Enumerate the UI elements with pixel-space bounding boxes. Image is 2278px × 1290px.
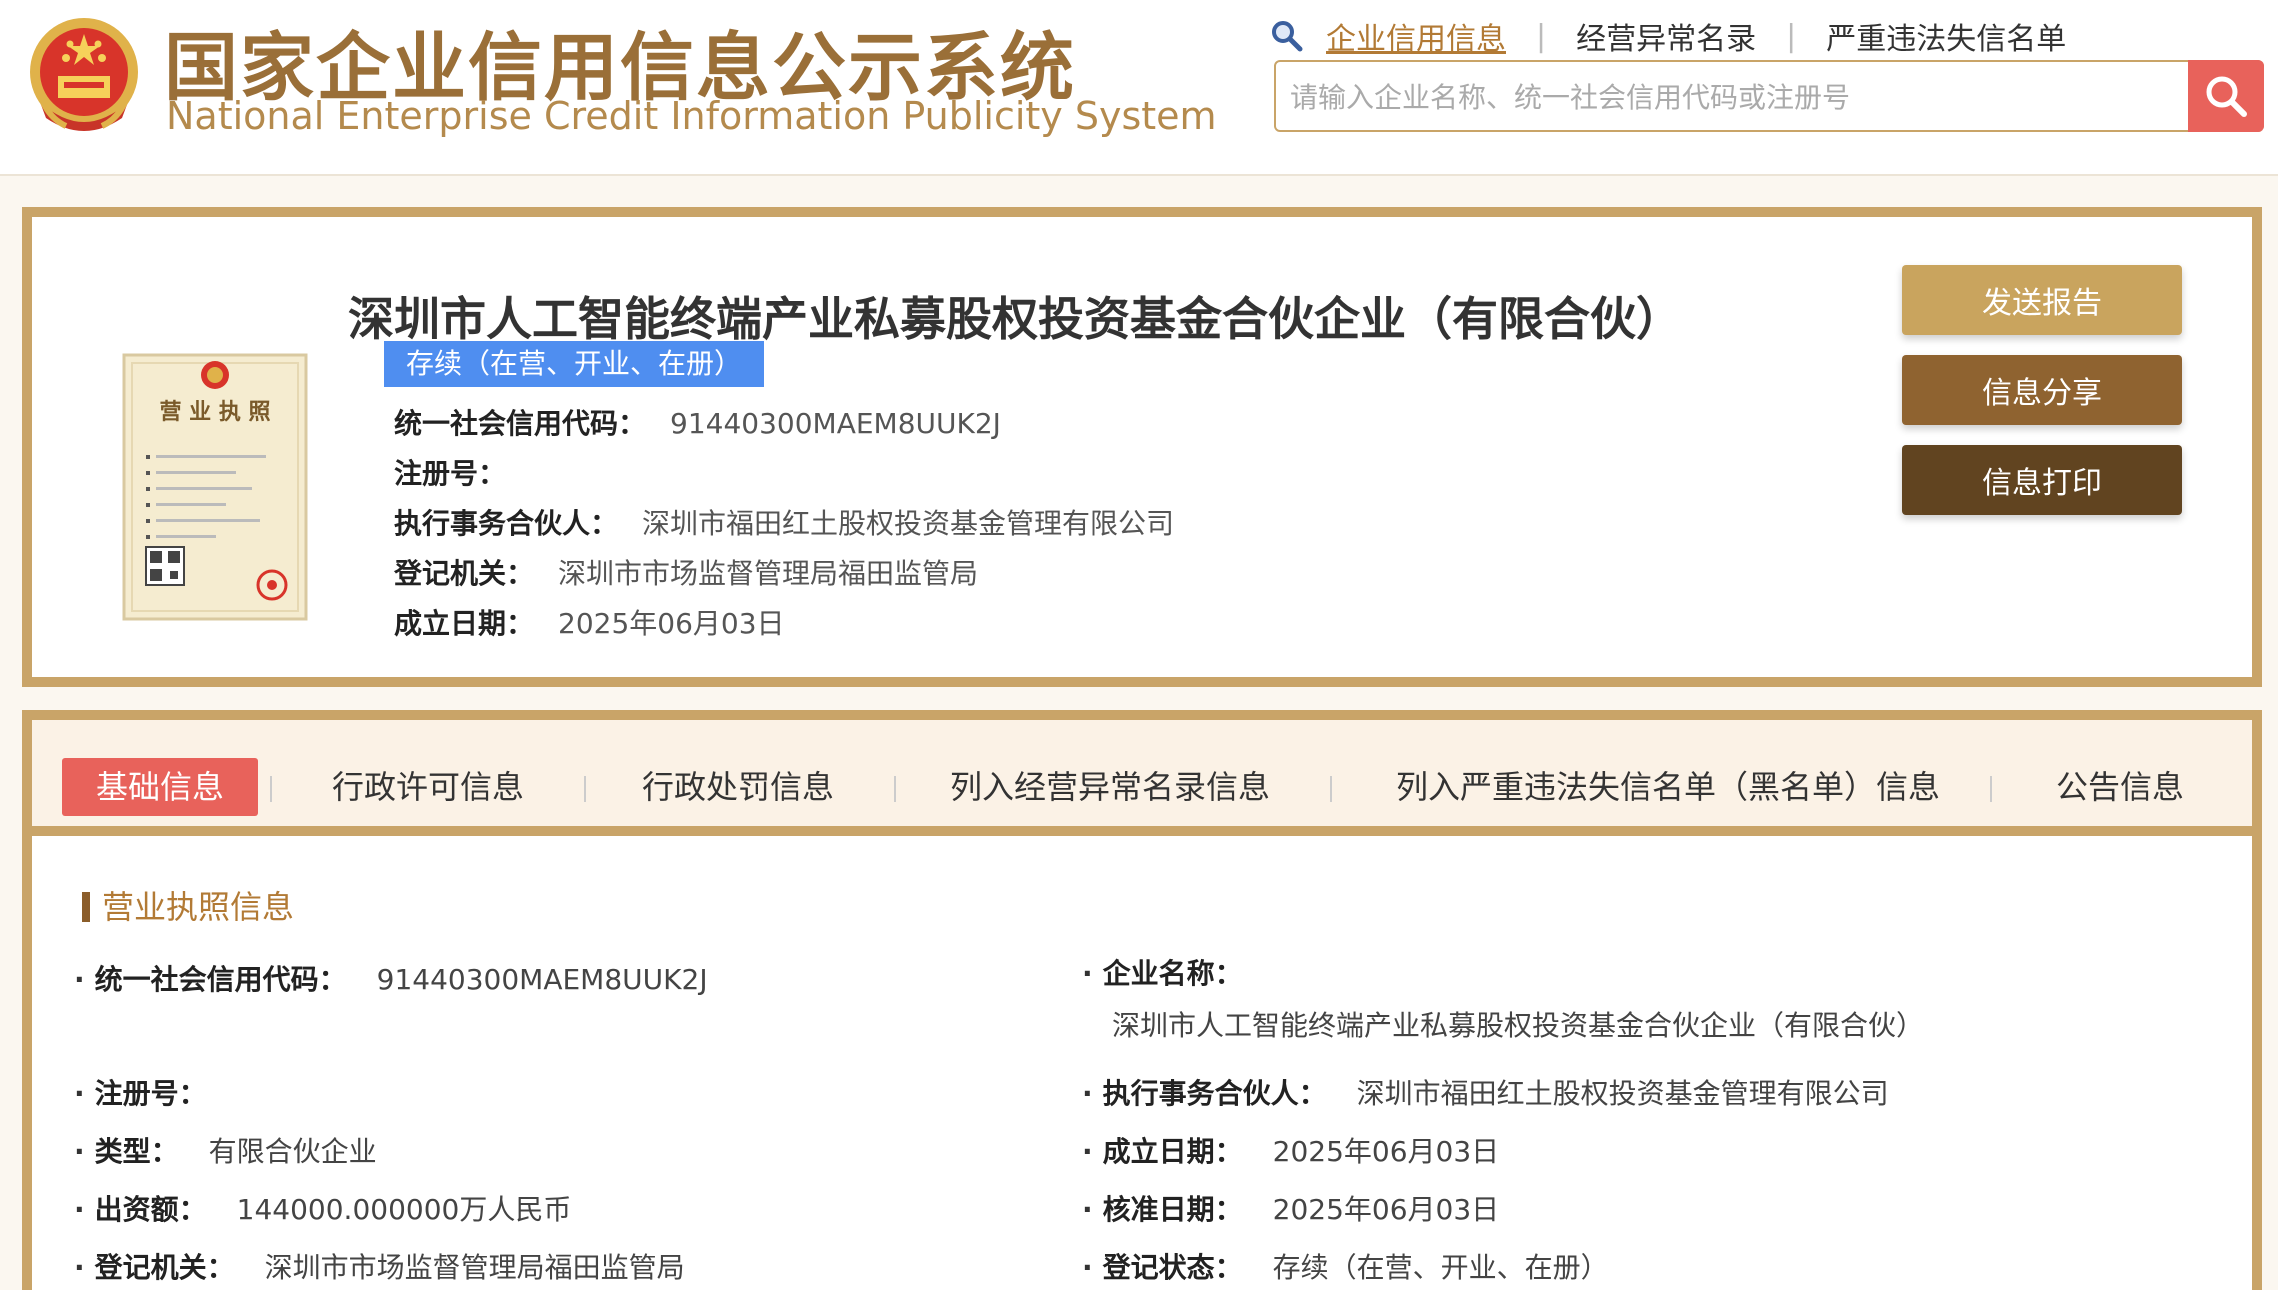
field-label: 执行事务合伙人： xyxy=(1102,1077,1327,1110)
tab-announcements[interactable]: 公告信息 xyxy=(2056,758,2184,816)
search-input[interactable] xyxy=(1290,72,2190,122)
section-title-text: 营业执照信息 xyxy=(102,888,295,926)
company-name: 深圳市人工智能终端产业私募股权投资基金合伙企业（有限合伙） xyxy=(348,292,1682,346)
site-header: 国家企业信用信息公示系统 National Enterprise Credit … xyxy=(0,0,2278,176)
tab-administrative-license[interactable]: 行政许可信息 xyxy=(332,758,524,816)
field-registration-authority: · 登记机关： 深圳市市场监督管理局福田监管局 xyxy=(74,1246,685,1286)
field-bullet: · xyxy=(1082,1135,1093,1168)
field-registration-status: · 登记状态： 存续（在营、开业、在册） xyxy=(1082,1246,1609,1286)
summary-row-registration-authority: 登记机关： 深圳市市场监督管理局福田监管局 xyxy=(394,549,1174,599)
company-summary-list: 统一社会信用代码： 91440300MAEM8UUK2J 注册号： 执行事务合伙人… xyxy=(394,399,1174,649)
site-title-en: National Enterprise Credit Information P… xyxy=(166,94,1217,138)
field-bullet: · xyxy=(74,1135,85,1168)
field-bullet: · xyxy=(1082,1251,1093,1284)
field-label: 登记机关： xyxy=(94,1251,235,1284)
summary-row-credit-code: 统一社会信用代码： 91440300MAEM8UUK2J xyxy=(394,399,1174,449)
field-value: 144000.000000万人民币 xyxy=(236,1193,572,1226)
field-approval-date: · 核准日期： 2025年06月03日 xyxy=(1082,1188,1499,1228)
status-badge: 存续（在营、开业、在册） xyxy=(384,341,765,387)
summary-label: 执行事务合伙人： xyxy=(394,507,619,540)
field-company-name: · 企业名称： 深圳市人工智能终端产业私募股权投资基金合伙企业（有限合伙） xyxy=(1082,948,2082,1052)
field-bullet: · xyxy=(1082,957,1093,990)
field-value: 深圳市福田红土股权投资基金管理有限公司 xyxy=(1356,1077,1889,1110)
summary-value: 深圳市市场监督管理局福田监管局 xyxy=(558,557,979,590)
field-label: 登记状态： xyxy=(1102,1251,1243,1284)
summary-label: 统一社会信用代码： xyxy=(394,407,647,440)
tab-administrative-penalty[interactable]: 行政处罚信息 xyxy=(642,758,834,816)
tab-bar: 基础信息 行政许可信息 行政处罚信息 列入经营异常名录信息 列入严重违法失信名单… xyxy=(32,720,2252,836)
field-type: · 类型： 有限合伙企业 xyxy=(74,1130,377,1170)
field-label: 出资额： xyxy=(94,1193,207,1226)
field-bullet: · xyxy=(74,1077,85,1110)
summary-row-registration-number: 注册号： xyxy=(394,449,1174,499)
field-value: 深圳市人工智能终端产业私募股权投资基金合伙企业（有限合伙） xyxy=(1112,1009,1925,1042)
print-info-button[interactable]: 信息打印 xyxy=(1902,445,2182,515)
field-bullet: · xyxy=(74,963,85,996)
summary-value: 2025年06月03日 xyxy=(558,607,785,640)
search-icon xyxy=(1272,21,1303,52)
summary-value: 91440300MAEM8UUK2J xyxy=(670,407,1001,440)
field-registration-number: · 注册号： xyxy=(74,1072,237,1112)
tab-serious-violation-blacklist[interactable]: 列入严重违法失信名单（黑名单）信息 xyxy=(1396,758,1940,816)
nav-separator: | xyxy=(1786,18,1797,54)
field-label: 类型： xyxy=(94,1135,179,1168)
field-value: 2025年06月03日 xyxy=(1272,1135,1500,1168)
nav-abnormal-operation-list[interactable]: 经营异常名录 xyxy=(1576,14,1756,58)
field-bullet: · xyxy=(74,1193,85,1226)
field-bullet: · xyxy=(1082,1077,1093,1110)
tab-basic-info[interactable]: 基础信息 xyxy=(62,758,259,816)
tab-separator xyxy=(894,776,896,802)
nav-serious-violation-list[interactable]: 严重违法失信名单 xyxy=(1826,14,2066,58)
field-value: 有限合伙企业 xyxy=(208,1135,377,1168)
field-label: 统一社会信用代码： xyxy=(94,963,347,996)
field-bullet: · xyxy=(1082,1193,1093,1226)
national-emblem-icon xyxy=(30,18,138,131)
tab-separator xyxy=(1990,776,1992,802)
tab-separator xyxy=(584,776,586,802)
summary-row-managing-partner: 执行事务合伙人： 深圳市福田红土股权投资基金管理有限公司 xyxy=(394,499,1174,549)
tab-separator xyxy=(1330,776,1332,802)
field-credit-code: · 统一社会信用代码： 91440300MAEM8UUK2J xyxy=(74,958,708,998)
nav-enterprise-credit-info[interactable]: 企业信用信息 xyxy=(1326,14,1506,58)
summary-label: 登记机关： xyxy=(394,557,535,590)
field-capital-contribution: · 出资额： 144000.000000万人民币 xyxy=(74,1188,571,1228)
summary-value: 深圳市福田红土股权投资基金管理有限公司 xyxy=(642,507,1175,540)
company-summary-card: 营 业 执 照 深圳市人工智能终端产业私募股权投资基金合伙企业（有限合伙） 存续… xyxy=(22,207,2262,687)
field-label: 注册号： xyxy=(94,1077,207,1110)
search-bar xyxy=(1274,60,2264,132)
field-value: 存续（在营、开业、在册） xyxy=(1272,1251,1609,1284)
field-value: 深圳市市场监督管理局福田监管局 xyxy=(264,1251,685,1284)
field-label: 成立日期： xyxy=(1102,1135,1243,1168)
field-establishment-date: · 成立日期： 2025年06月03日 xyxy=(1082,1130,1499,1170)
field-label: 企业名称： xyxy=(1102,957,1243,990)
field-managing-partner: · 执行事务合伙人： 深圳市福田红土股权投资基金管理有限公司 xyxy=(1082,1072,1889,1112)
top-navigation: 企业信用信息 | 经营异常名录 | 严重违法失信名单 xyxy=(1270,14,2066,58)
summary-label: 成立日期： xyxy=(394,607,535,640)
business-license-thumbnail[interactable]: 营 业 执 照 xyxy=(122,353,308,621)
summary-row-establishment-date: 成立日期： 2025年06月03日 xyxy=(394,599,1174,649)
send-report-button[interactable]: 发送报告 xyxy=(1902,265,2182,335)
nav-separator: | xyxy=(1536,18,1547,54)
svg-text:营 业 执 照: 营 业 执 照 xyxy=(160,400,271,425)
magnifier-icon xyxy=(2206,76,2247,117)
section-title-marker xyxy=(82,892,90,922)
field-bullet: · xyxy=(74,1251,85,1284)
tab-separator xyxy=(270,776,272,802)
share-info-button[interactable]: 信息分享 xyxy=(1902,355,2182,425)
section-title: 营业执照信息 xyxy=(82,882,294,928)
field-label: 核准日期： xyxy=(1102,1193,1243,1226)
search-button[interactable] xyxy=(2188,60,2264,132)
summary-label: 注册号： xyxy=(394,457,507,490)
field-value: 2025年06月03日 xyxy=(1272,1193,1500,1226)
tab-abnormal-operation[interactable]: 列入经营异常名录信息 xyxy=(950,758,1270,816)
field-value: 91440300MAEM8UUK2J xyxy=(376,963,708,996)
details-panel: 基础信息 行政许可信息 行政处罚信息 列入经营异常名录信息 列入严重违法失信名单… xyxy=(22,710,2262,1290)
